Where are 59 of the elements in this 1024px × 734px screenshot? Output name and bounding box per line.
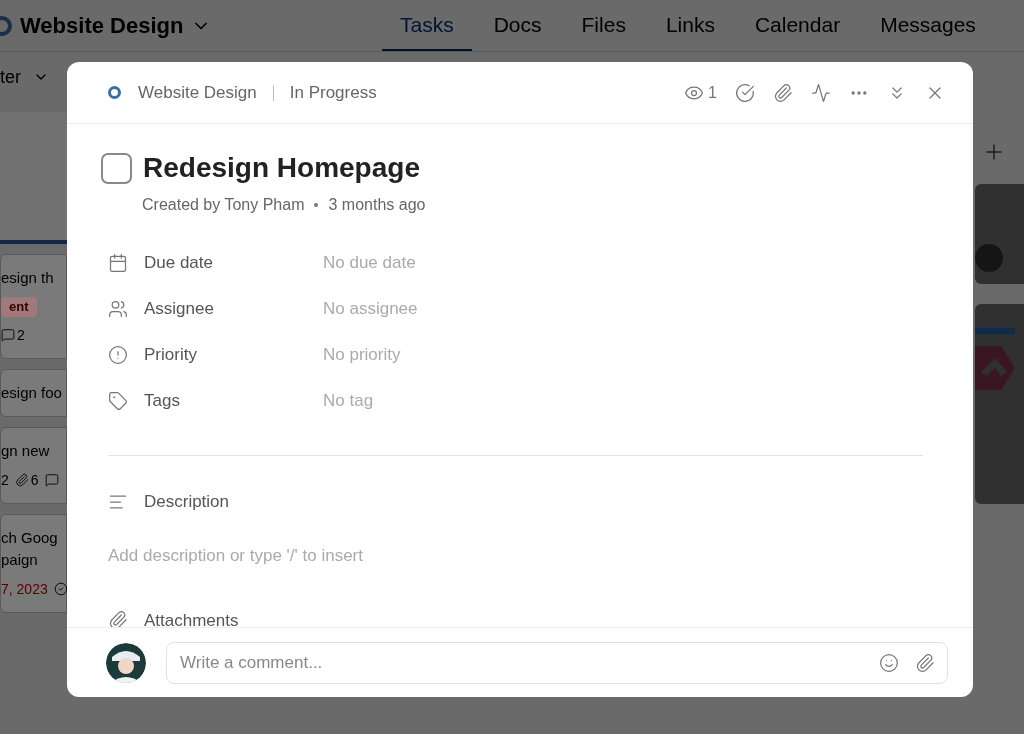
card-count: 6 [30,470,39,490]
nav-tab[interactable]: Messages [862,0,994,51]
field-label: Assignee [144,297,215,320]
paperclip-icon [108,610,128,627]
comment-icon [1,328,15,342]
field-label: Due date [144,251,214,274]
card-title: paign [1,549,38,570]
card-title: esign th [1,268,54,288]
task-checkbox[interactable] [101,152,132,184]
check-circle-icon[interactable] [735,82,755,103]
nav-tab[interactable]: Tasks [382,0,472,51]
task-card[interactable]: esign th ent 2 [0,254,67,359]
filter-label[interactable]: ter [0,63,21,91]
field-value[interactable]: No due date [323,249,416,276]
comment-icon [44,473,59,487]
comment-input[interactable]: Write a comment... [180,649,863,676]
chevron-up-icon [975,346,1015,390]
nav-tab[interactable]: Calendar [736,0,859,51]
project-title: Website Design [20,12,184,40]
card-count: 2 [1,470,9,490]
task-card[interactable]: esign foo [0,368,67,417]
task-card[interactable]: gn new 2 6 [0,426,67,504]
field-value[interactable]: No tag [323,387,374,414]
created-by: Created by Tony Pham [142,195,305,215]
calendar-icon [108,252,128,273]
emoji-icon[interactable] [879,652,899,673]
description-label: Description [144,491,230,513]
paperclip-icon [14,473,29,487]
task-card[interactable]: ch Goog paign 7, 2023 [0,513,67,613]
card-date: 7, 2023 [1,579,48,599]
nav-tab[interactable]: Files [563,0,644,51]
activity-icon[interactable] [811,82,831,103]
watchers-button[interactable]: 1 [684,80,717,105]
card-count: 2 [17,325,25,345]
description-field[interactable]: Add description or type '/' to insert [108,542,932,583]
nav-tab[interactable]: Docs [475,0,560,51]
task-title: Redesign Homepage [143,151,420,185]
field-value[interactable]: No assignee [323,295,418,322]
card-title: ch Goog [1,527,58,548]
people-icon [108,298,128,319]
avatar [975,244,1003,272]
card-title: gn new [1,440,50,461]
breadcrumb-project[interactable]: Website Design [138,79,257,106]
paperclip-icon[interactable] [773,82,793,103]
tag-icon [108,390,128,411]
exclamation-icon [108,344,128,365]
paperclip-icon[interactable] [915,652,935,673]
card-title: esign foo [1,382,62,403]
field-label: Tags [144,389,181,412]
check-circle-icon [53,582,67,596]
user-avatar [106,642,146,683]
created-time: 3 months ago [328,195,426,215]
comment-field[interactable]: Write a comment... [166,641,948,684]
card-tag: ent [1,297,37,317]
status-label[interactable]: In Progress [289,79,377,106]
field-label: Priority [144,343,198,366]
nav-tab[interactable]: Links [647,0,733,51]
attachments-label: Attachments [144,609,239,627]
field-value[interactable]: No priority [323,341,401,368]
